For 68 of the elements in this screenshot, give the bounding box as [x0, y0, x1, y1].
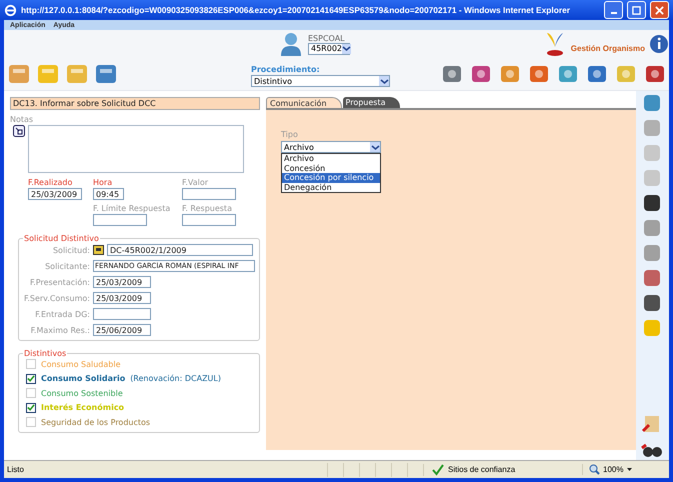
lookup-icon[interactable]: [93, 245, 104, 255]
user-icon: [280, 32, 302, 56]
notes-label: Notas: [10, 115, 34, 124]
status-text: Listo: [6, 465, 25, 474]
checkmark-icon: [432, 464, 444, 476]
procedure-select[interactable]: Distintivo: [251, 75, 390, 87]
maximize-icon: [632, 6, 641, 14]
field-label: Solicitante:: [44, 262, 90, 270]
type-select[interactable]: Archivo: [281, 141, 381, 153]
date-field[interactable]: [93, 308, 151, 320]
dropdown-option[interactable]: Denegación: [282, 182, 380, 192]
procedure-label: Procedimiento:: [251, 65, 321, 74]
caret-icon[interactable]: [626, 466, 634, 473]
badge-label: Seguridad de los Productos: [41, 418, 150, 427]
office-select[interactable]: 45R002: [308, 42, 350, 54]
caret-icon: [370, 142, 380, 152]
field-label: F.Maximo Res.:: [30, 326, 90, 334]
date-field[interactable]: [182, 188, 236, 200]
dropdown-option[interactable]: Concesión: [282, 164, 380, 173]
dropdown-option[interactable]: Archivo: [282, 154, 380, 164]
tab[interactable]: Propuesta: [342, 97, 400, 108]
date-field[interactable]: 25/03/2009: [93, 292, 151, 304]
close-button[interactable]: [650, 1, 669, 19]
type-label: Tipo: [281, 130, 299, 139]
badge-label: Consumo Sostenible: [41, 388, 123, 398]
caret-icon: [380, 76, 388, 86]
date-field[interactable]: 25/03/2009: [93, 276, 151, 288]
brand-name: Gestión Organismo: [570, 44, 645, 52]
window-title: http://127.0.0.1:8084/?ezcodigo=W0090325093826ESP006&ezcoy1=200702141649ESP63579&nodo=200702171 - Windows Internet Explorer: [21, 5, 572, 15]
task-title: DC13. Informar sobre Solicitud DCC: [10, 97, 260, 110]
checkbox[interactable]: [26, 374, 36, 384]
zoom-icon: [589, 464, 600, 475]
close-icon: [655, 6, 664, 14]
zoom-level[interactable]: 100%: [603, 465, 624, 474]
field-label: F.Entrada DG:: [34, 310, 90, 318]
caret-icon: [342, 44, 352, 53]
panel-legend: Distintivos: [23, 349, 68, 358]
minimize-button[interactable]: [604, 1, 623, 19]
date-field[interactable]: [182, 214, 236, 226]
date-field[interactable]: 25/03/2009: [28, 188, 82, 200]
field-label: F. Respuesta: [182, 204, 233, 213]
badge-label: Consumo Saludable: [41, 360, 120, 369]
browser-icon: [4, 4, 17, 16]
minimize-icon: [610, 12, 616, 14]
notes-field[interactable]: [28, 125, 244, 173]
dropdown-option[interactable]: Concesión por silencio: [282, 173, 380, 182]
time-field[interactable]: 09:45: [93, 188, 124, 200]
info-icon[interactable]: [649, 34, 669, 54]
field-label: F.Serv.Consumo:: [23, 294, 90, 302]
user-label: ESPCOAL: [308, 34, 346, 42]
field-label: F. Límite Respuesta: [93, 204, 172, 213]
date-field[interactable]: [93, 214, 147, 226]
expand-icon[interactable]: [13, 125, 25, 137]
field-label: F.Realizado: [28, 178, 74, 187]
field-label: F.Valor: [182, 178, 210, 187]
renewal-note: (Renovación: DCAZUL): [130, 374, 221, 384]
panel-legend: Solicitud Distintivo: [23, 234, 100, 243]
maximize-button[interactable]: [627, 1, 646, 19]
field-label: Hora: [93, 178, 114, 187]
date-field[interactable]: 25/06/2009: [93, 324, 151, 336]
field-label: F.Presentación:: [28, 278, 90, 286]
checkbox[interactable]: [26, 402, 36, 413]
security-zone: Sitios de confianza: [448, 465, 516, 474]
request-field[interactable]: DC-45R002/1/2009: [107, 244, 253, 256]
field-label: Solicitud:: [52, 246, 90, 254]
tab[interactable]: Comunicación: [266, 97, 342, 108]
badge-label: Interés Económico: [41, 403, 124, 412]
badge-label: Consumo Solidario: [41, 374, 126, 384]
